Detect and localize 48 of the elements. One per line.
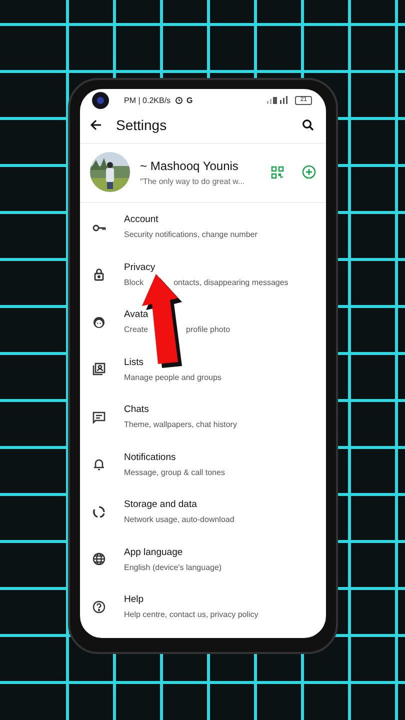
qr-code-icon[interactable] [271,166,284,178]
settings-item[interactable]: Notifications Message, group & call tones [80,440,326,488]
face-icon [92,314,106,329]
profile-name[interactable]: ~ Mashooq Younis [140,158,261,172]
status-time: PM | 0.2KB/s [124,96,171,104]
item-title: Account [124,214,160,226]
settings-item[interactable]: Help Help centre, contact us, privacy policy [80,583,326,630]
camera-icon [92,92,109,109]
circle-arrows-icon [92,504,106,519]
item-title: Privacy [124,262,156,273]
network-label: G [186,96,193,104]
settings-item[interactable]: Lists Manage people and groups [80,346,326,393]
item-title: App language [124,546,184,558]
settings-item[interactable]: Account Security notifications, change number [80,203,326,250]
item-subtitle: ontacts, disappearing messages [174,278,288,287]
item-title: Storage and data [124,499,198,510]
item-title: Lists [124,356,145,368]
back-arrow-icon[interactable] [90,119,102,131]
item-subtitle: Security notifications, change number [124,230,258,240]
settings-item[interactable]: Storage and data Network usage, auto-download [80,488,326,536]
item-subtitle: Manage people and groups [124,372,222,382]
item-subtitle: Block [124,278,144,287]
item-subtitle: profile photo [186,325,230,334]
item-subtitle: Network usage, auto-download [124,515,234,524]
item-title: Chats [124,404,150,416]
item-title: Avata [124,309,150,320]
settings-item[interactable]: Chats Theme, wallpapers, chat history [80,393,326,440]
alarm-icon [174,96,183,104]
search-icon[interactable] [302,119,314,131]
profile-status: "The only way to do great w... [140,176,246,186]
add-icon[interactable] [302,165,316,179]
bell-icon [92,457,106,472]
settings-item[interactable]: Avata Create profile photo [80,298,326,346]
settings-item[interactable]: App language English (device's language) [80,536,326,583]
globe-icon [92,552,106,566]
item-subtitle: English (device's language) [124,562,222,572]
item-title: Help [124,594,145,606]
message-icon [92,410,106,424]
lock-icon [92,267,106,282]
settings-item[interactable]: Privacy Block ontacts, disappearing messages [80,250,326,298]
screen-title: Settings [116,117,168,133]
item-subtitle: Theme, wallpapers, chat history [124,420,237,430]
help-icon [92,600,106,614]
item-subtitle: Message, group & call tones [124,468,225,477]
item-subtitle: Help centre, contact us, privacy policy [124,610,258,620]
item-subtitle: Create [124,325,148,334]
contact-list-icon [92,362,106,376]
item-title: Notifications [124,452,177,463]
